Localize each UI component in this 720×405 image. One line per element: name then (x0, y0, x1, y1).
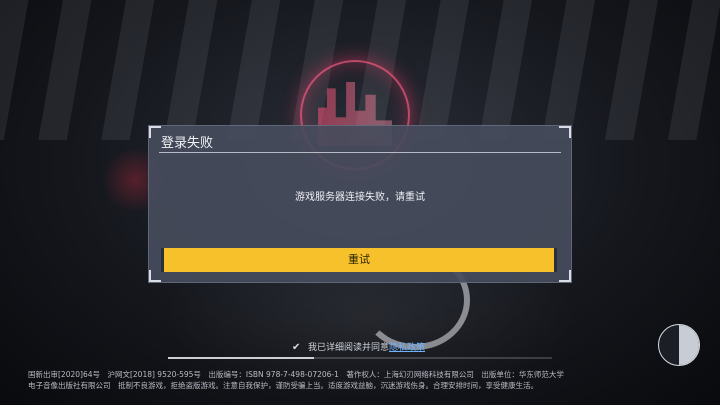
privacy-agreement[interactable]: ✔ 我已详细阅读并同意隐私政策 (292, 340, 425, 353)
check-icon[interactable]: ✔ (292, 342, 304, 353)
dialog-message: 游戏服务器连接失败，请重试 (295, 192, 425, 203)
login-failed-dialog: 登录失败 游戏服务器连接失败，请重试 重试 (148, 125, 572, 283)
half-moon-icon[interactable] (658, 324, 700, 366)
dialog-corner-bracket (559, 270, 571, 282)
loading-progress-bar (168, 357, 552, 359)
dialog-corner-bracket (149, 270, 161, 282)
license-footer: 国新出审[2020]64号 沪网文[2018] 9520-595号 出版编号：I… (28, 369, 564, 391)
footer-line-1: 国新出审[2020]64号 沪网文[2018] 9520-595号 出版编号：I… (28, 370, 564, 379)
footer-line-2: 电子音像出版社有限公司 抵制不良游戏，拒绝盗版游戏。注意自我保护，谨防受骗上当。… (28, 381, 538, 390)
half-moon-icon-fill (679, 325, 699, 365)
retry-button[interactable]: 重试 (161, 248, 557, 272)
dialog-corner-bracket (559, 126, 571, 138)
dialog-divider (159, 152, 561, 153)
loading-progress-fill (168, 357, 314, 359)
privacy-policy-link[interactable]: 隐私政策 (389, 343, 425, 353)
dialog-title: 登录失败 (161, 136, 214, 151)
dialog-corner-bracket (149, 126, 161, 138)
retry-button-label: 重试 (348, 253, 370, 266)
agreement-text: 我已详细阅读并同意 (308, 343, 390, 353)
